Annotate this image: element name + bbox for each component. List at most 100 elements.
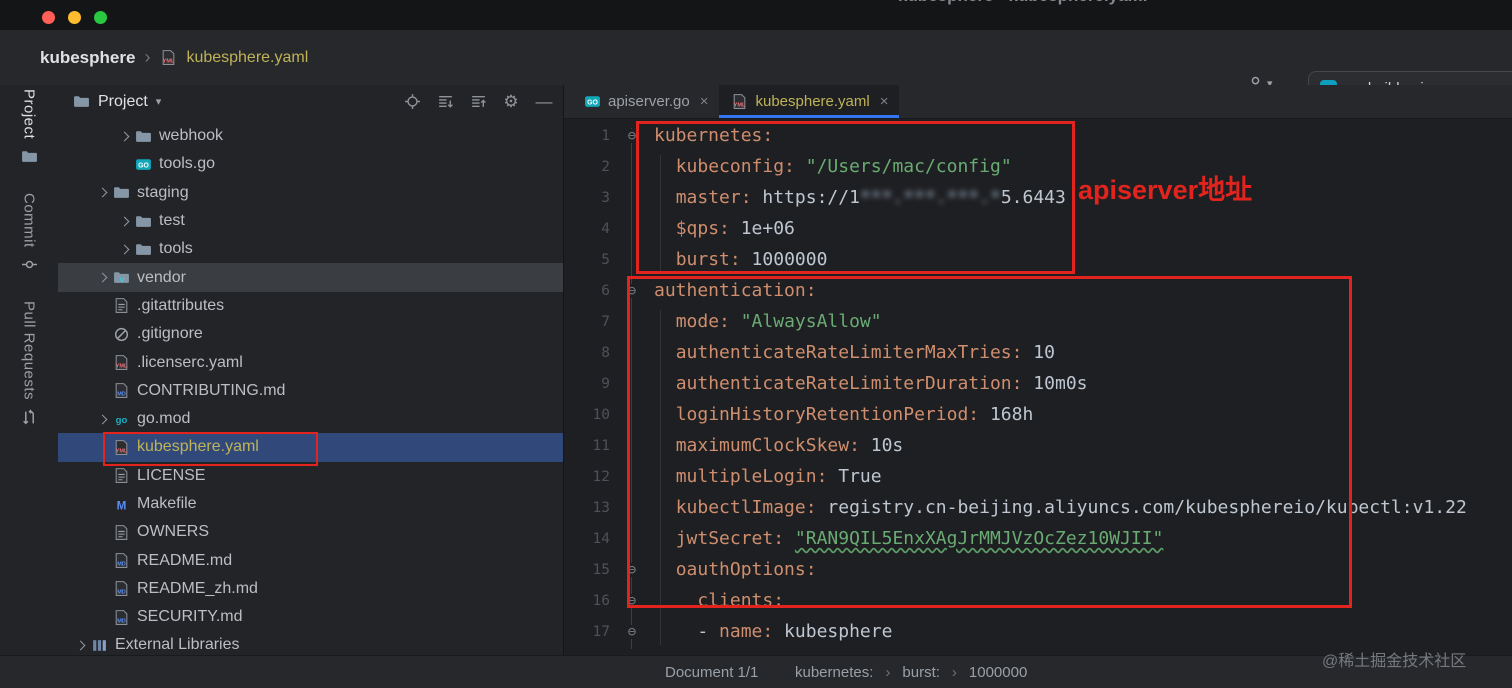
svg-text:M: M — [116, 499, 126, 512]
code-text: kubeconfig: "/Users/mac/config" — [675, 156, 1012, 177]
fold-marker-icon[interactable]: ⊖ — [610, 562, 654, 577]
editor-tab-kubesphere-yaml[interactable]: YML kubesphere.yaml × — [719, 85, 900, 118]
editor-line-2: 2 kubeconfig: "/Users/mac/config" — [564, 151, 1512, 182]
chevron-right-icon[interactable] — [92, 264, 112, 292]
editor-line-5: 5 burst: 1000000 — [564, 244, 1512, 275]
md-icon: MD — [112, 382, 130, 400]
tree-item-label: test — [159, 212, 185, 230]
line-number: 11 — [592, 437, 610, 454]
tree-item-tools-go[interactable]: GO tools.go — [58, 150, 563, 178]
chevron-right-icon[interactable] — [114, 122, 134, 150]
tree-item-test[interactable]: test — [58, 207, 563, 235]
stripe-item-commit[interactable]: Commit — [0, 193, 58, 274]
editor-line-7: 7 mode: "AlwaysAllow" — [564, 306, 1512, 337]
breadcrumb: kubesphere › YML kubesphere.yaml — [40, 30, 308, 85]
collapse-all-icon[interactable] — [469, 93, 487, 111]
tree-item-label: Makefile — [137, 495, 197, 512]
editor-content[interactable]: 1 ⊖ kubernetes: 2 kubeconfig: "/Users/mac/c… — [564, 118, 1512, 655]
chevron-placeholder — [92, 547, 112, 575]
project-panel-title[interactable]: Project — [98, 93, 148, 111]
chevron-right-icon[interactable] — [92, 405, 112, 433]
caret-path-item[interactable]: burst: — [902, 664, 940, 681]
line-number: 6 — [601, 282, 610, 299]
libraries-icon — [90, 636, 108, 654]
caret-path-item[interactable]: 1000000 — [969, 664, 1027, 681]
tab-label: kubesphere.yaml — [755, 93, 870, 110]
tree-item-go-mod[interactable]: go go.mod — [58, 405, 563, 433]
fold-marker-icon[interactable]: ⊖ — [610, 593, 654, 608]
tree-item-kubesphere-yaml[interactable]: YML kubesphere.yaml — [58, 433, 563, 462]
chevron-placeholder — [92, 518, 112, 546]
tree-item-contributing-md[interactable]: MD CONTRIBUTING.md — [58, 377, 563, 405]
expand-all-icon[interactable] — [436, 93, 454, 111]
settings-icon[interactable]: ⚙ — [502, 93, 520, 111]
breadcrumb-file[interactable]: kubesphere.yaml — [186, 49, 308, 67]
line-number: 8 — [601, 344, 610, 361]
tree-item-label: tools.go — [159, 155, 216, 173]
code-text: $qps: 1e+06 — [675, 218, 795, 239]
chevron-down-icon[interactable]: ▾ — [156, 95, 162, 108]
window-minimize-button[interactable] — [68, 11, 81, 24]
yaml-icon: YML — [730, 93, 748, 111]
tree-item-label: tools — [159, 240, 193, 258]
pull-request-icon — [20, 408, 38, 426]
editor-tab-apiserver-go[interactable]: GO apiserver.go × — [572, 85, 719, 118]
window-zoom-button[interactable] — [94, 11, 107, 24]
tree-item-label: .licenserc.yaml — [137, 353, 243, 371]
tree-item-label: README_zh.md — [137, 579, 258, 597]
main-toolbar: kubesphere › YML kubesphere.yaml ▾ go go… — [0, 30, 1512, 105]
tree-item-webhook[interactable]: webhook — [58, 122, 563, 150]
chevron-placeholder — [92, 490, 112, 518]
fold-marker-icon[interactable]: ⊖ — [610, 128, 654, 143]
gomod-icon: go — [112, 410, 130, 428]
chevron-placeholder — [92, 292, 112, 320]
close-tab-icon[interactable]: × — [880, 93, 889, 110]
stripe-item-pull-requests[interactable]: Pull Requests — [0, 301, 58, 426]
line-number: 7 — [601, 313, 610, 330]
editor-line-3: 3 master: https://1***.***.***.*5.6443 — [564, 182, 1512, 213]
tree-item-licenserc-yaml[interactable]: YML .licenserc.yaml — [58, 348, 563, 376]
editor-line-8: 8 authenticateRateLimiterMaxTries: 10 — [564, 337, 1512, 368]
tree-item-gitattributes[interactable]: .gitattributes — [58, 292, 563, 320]
tree-item-tools[interactable]: tools — [58, 235, 563, 263]
fold-marker-icon[interactable]: ⊖ — [610, 624, 654, 639]
commit-icon — [20, 256, 38, 274]
makefile-icon: M — [112, 495, 130, 513]
stripe-item-project[interactable]: Project — [0, 89, 58, 165]
tree-item-makefile[interactable]: M Makefile — [58, 490, 563, 518]
annotation-apiserver-note: apiserver地址 — [1078, 175, 1253, 205]
tree-item-readme-zh-md[interactable]: MD README_zh.md — [58, 575, 563, 603]
tree-item-staging[interactable]: staging — [58, 179, 563, 207]
chevron-placeholder — [92, 433, 112, 461]
line-number: 5 — [601, 251, 610, 268]
tree-item-vendor[interactable]: v vendor — [58, 263, 563, 292]
tree-item-owners[interactable]: OWNERS — [58, 518, 563, 546]
tree-item-license[interactable]: LICENSE — [58, 462, 563, 490]
svg-text:YML: YML — [163, 58, 175, 64]
code-text: loginHistoryRetentionPeriod: 168h — [675, 404, 1034, 425]
caret-path-item[interactable]: kubernetes: — [795, 664, 873, 681]
tree-item-gitignore[interactable]: .gitignore — [58, 320, 563, 348]
breadcrumb-project[interactable]: kubesphere — [40, 48, 135, 68]
line-number: 12 — [592, 468, 610, 485]
chevron-right-icon[interactable] — [114, 207, 134, 235]
tree-item-label: vendor — [137, 268, 186, 286]
window-close-button[interactable] — [42, 11, 55, 24]
locate-icon[interactable] — [403, 93, 421, 111]
chevron-right-icon[interactable] — [114, 235, 134, 263]
chevron-right-icon[interactable] — [92, 179, 112, 207]
editor-line-10: 10 loginHistoryRetentionPeriod: 168h — [564, 399, 1512, 430]
tree-item-security-md[interactable]: MD SECURITY.md — [58, 603, 563, 631]
close-tab-icon[interactable]: × — [700, 93, 709, 110]
project-view-icon — [72, 93, 90, 111]
tree-item-external-libraries[interactable]: External Libraries — [58, 631, 563, 655]
tree-item-readme-md[interactable]: MD README.md — [58, 546, 563, 574]
hide-icon[interactable]: — — [535, 93, 553, 111]
chevron-right-icon[interactable] — [70, 631, 90, 655]
status-bar: Document 1/1 kubernetes: › burst: › 1000000 — [0, 655, 1512, 688]
editor-tab-bar: GO apiserver.go × YML kubesphere.yaml × — [564, 85, 1512, 119]
fold-marker-icon[interactable]: ⊖ — [610, 283, 654, 298]
svg-text:go: go — [115, 415, 127, 426]
editor-line-17: 17 ⊖ - name: kubesphere — [564, 616, 1512, 647]
tree-item-label: OWNERS — [137, 523, 209, 541]
